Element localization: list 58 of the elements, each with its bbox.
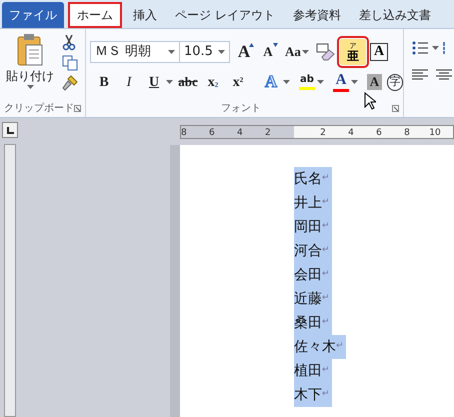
font-name-field[interactable]: ＭＳ 明朝 [90,41,180,63]
caret-icon[interactable] [432,46,439,50]
eraser-icon[interactable] [316,43,336,61]
caret-icon[interactable] [317,80,324,84]
up-arrow-icon [249,43,254,47]
ribbon-tab[interactable]: 挿入 [126,2,164,28]
tab-stop-icon [6,127,14,134]
align-center-icon[interactable] [436,69,452,81]
mouse-pointer-icon [364,92,376,110]
font-size-field[interactable]: 10.5 [180,41,230,63]
align-left-icon[interactable] [412,69,428,81]
paste-button[interactable]: 貼り付け [6,33,54,99]
group-label: クリップボード [4,102,74,116]
paintbrush-icon[interactable] [62,75,78,91]
tab-selector[interactable] [2,122,18,138]
file-tab[interactable]: ファイル [2,2,64,28]
character-shading-button[interactable]: A [367,74,382,90]
font-color-button[interactable]: A [333,71,349,93]
ribbon-tab[interactable]: 参考資料 [286,2,348,28]
ribbon-tab[interactable]: 差し込み文書 [352,2,438,28]
dialog-launcher-icon[interactable] [392,104,399,112]
enclose-character-button[interactable]: 字 [386,74,403,90]
bullet-list-icon[interactable] [412,41,428,55]
copy-icon[interactable] [62,55,78,71]
ruler-number: 2 [265,126,272,138]
caret-icon[interactable] [26,85,34,89]
ribbon-tab[interactable]: ページ レイアウト [168,2,282,28]
italic-button[interactable]: I [119,71,139,93]
scissors-icon[interactable] [62,35,76,51]
subscript-button[interactable]: x$_{2}$ [203,71,223,93]
caret-icon[interactable] [218,50,225,54]
ribbon-tab[interactable]: ホーム [68,2,122,28]
clipboard-icon [16,33,44,67]
strikethrough-button[interactable]: abc [178,71,198,93]
shrink-font-button[interactable]: A [258,41,278,63]
bold-button[interactable]: B [94,71,114,93]
ruler-number: 4 [237,126,244,138]
ruler-number: 4 [347,126,355,138]
dialog-launcher-icon[interactable] [74,104,81,112]
ruler-number: 2 [319,126,327,138]
ruler-number: 6 [209,126,216,138]
group-label: フォント [221,102,261,116]
superscript-button[interactable]: x$^{2}$ [228,71,248,93]
underline-button[interactable]: U [144,71,164,93]
caret-icon[interactable] [166,80,173,84]
ruler-number: 8 [181,126,188,138]
caret-icon[interactable] [302,50,309,54]
grow-font-button[interactable]: A [234,41,254,63]
ruler-number: 6 [375,126,383,138]
change-case-button[interactable]: Aa [282,41,312,63]
ruler-number: 10 [428,126,442,138]
caret-icon[interactable] [168,50,175,54]
caret-icon[interactable] [351,80,358,84]
ruler-number: 8 [403,126,411,138]
down-arrow-icon [273,43,278,47]
highlight-button[interactable]: ab [299,71,315,93]
character-border-button[interactable]: A [370,43,388,61]
caret-icon[interactable] [283,80,290,84]
